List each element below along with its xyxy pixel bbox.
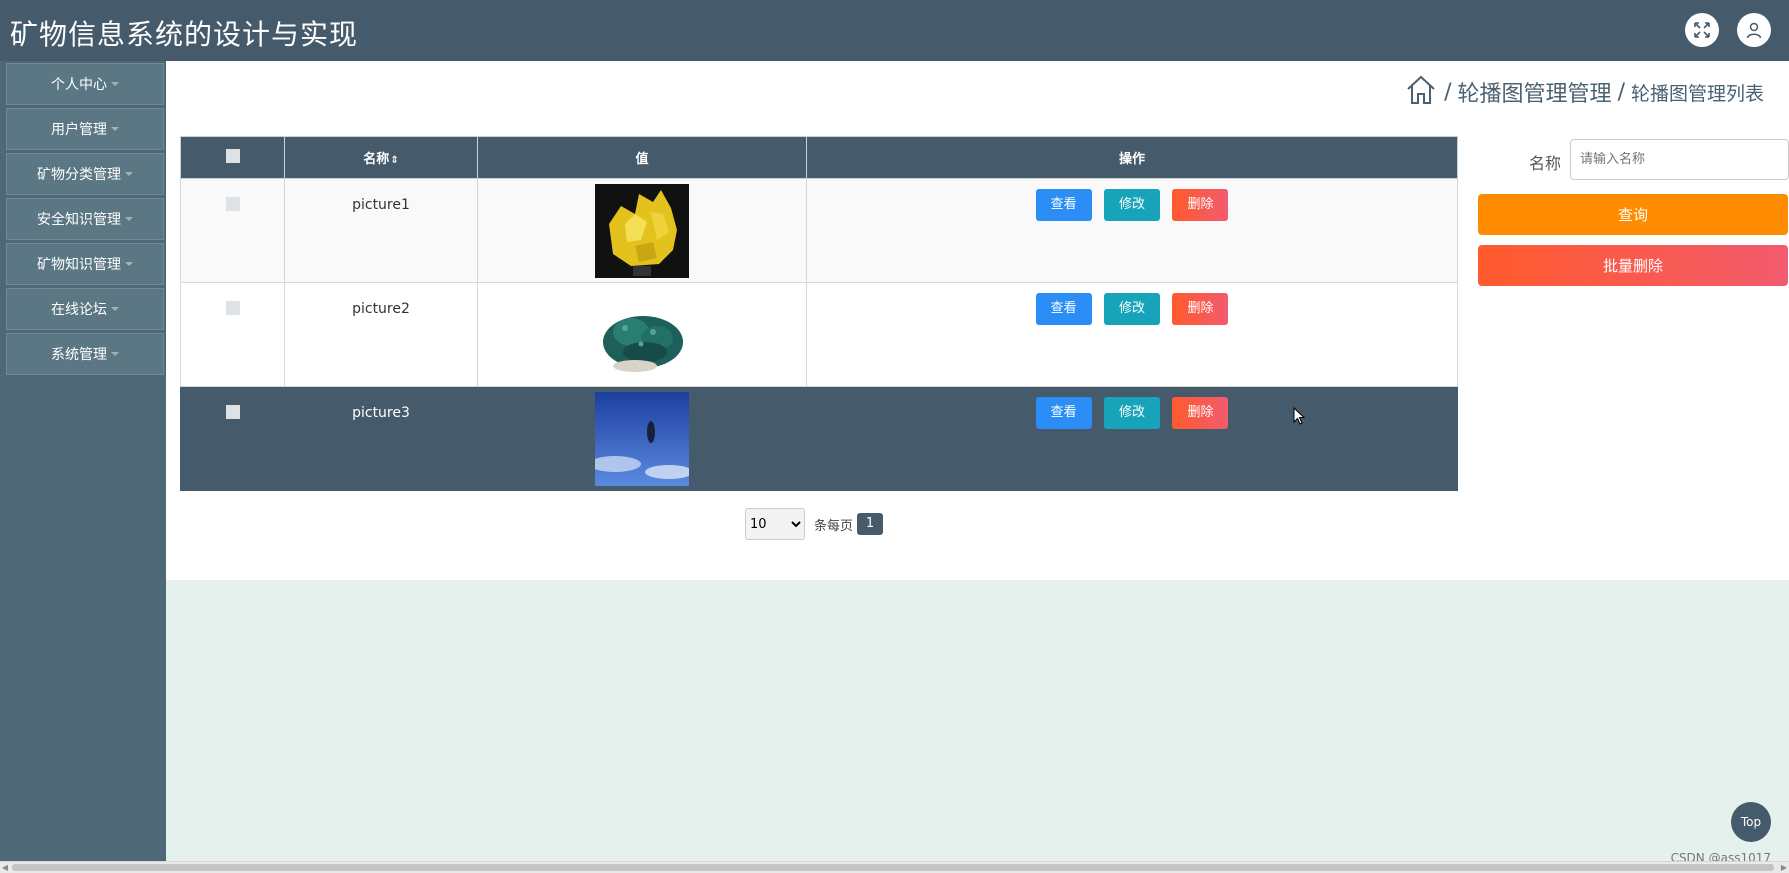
breadcrumb-separator: / xyxy=(1444,79,1452,105)
fullscreen-button[interactable] xyxy=(1685,13,1719,47)
delete-button[interactable]: 删除 xyxy=(1172,293,1229,325)
search-name-input[interactable] xyxy=(1570,139,1789,180)
delete-button[interactable]: 删除 xyxy=(1172,397,1229,429)
mouse-cursor-icon xyxy=(1293,407,1305,425)
sidebar-item-mineral-knowledge[interactable]: 矿物知识管理 xyxy=(6,243,164,285)
value-column-header: 值 xyxy=(477,136,807,179)
search-name-label: 名称 xyxy=(1529,154,1562,173)
sidebar-item-label: 用户管理 xyxy=(51,122,107,138)
green-malachite-mineral-image xyxy=(595,288,689,382)
scroll-right-icon[interactable]: ▶ xyxy=(1779,862,1789,873)
breadcrumb-level1[interactable]: 轮播图管理管理 xyxy=(1458,76,1612,108)
chevron-down-icon xyxy=(125,172,133,176)
view-button[interactable]: 查看 xyxy=(1035,397,1092,429)
bulk-delete-button[interactable]: 批量删除 xyxy=(1478,245,1788,286)
back-to-top-button[interactable]: Top xyxy=(1731,802,1771,842)
row-checkbox[interactable] xyxy=(225,301,240,315)
sidebar-item-mineral-category[interactable]: 矿物分类管理 xyxy=(6,153,164,195)
sidebar-item-personal-center[interactable]: 个人中心 xyxy=(6,63,164,105)
sort-icon: ⇕ xyxy=(390,155,399,166)
breadcrumb-level2: 轮播图管理列表 xyxy=(1630,82,1764,105)
query-button[interactable]: 查询 xyxy=(1478,194,1788,235)
sidebar-item-forum[interactable]: 在线论坛 xyxy=(6,288,164,330)
expand-icon xyxy=(1694,22,1710,38)
edit-button[interactable]: 修改 xyxy=(1104,189,1160,221)
horizontal-scrollbar[interactable]: ◀ ▶ xyxy=(0,861,1789,873)
chevron-down-icon xyxy=(111,307,119,311)
page-number-button[interactable]: 1 xyxy=(857,513,884,535)
select-all-header xyxy=(180,136,285,179)
scrollbar-thumb[interactable] xyxy=(12,864,1774,871)
pagination: 10 条每页 1 xyxy=(745,508,884,540)
yellow-sulfur-crystal-image xyxy=(595,184,689,278)
delete-button[interactable]: 删除 xyxy=(1172,189,1229,221)
row-checkbox[interactable] xyxy=(225,197,240,211)
chevron-down-icon xyxy=(111,352,119,356)
chevron-down-icon xyxy=(125,217,133,221)
row-name: picture1 xyxy=(284,178,478,283)
sidebar-item-system[interactable]: 系统管理 xyxy=(6,333,164,375)
actions-column-header: 操作 xyxy=(806,136,1458,179)
sidebar-item-label: 安全知识管理 xyxy=(37,212,121,228)
select-all-checkbox[interactable] xyxy=(225,148,240,163)
table-row: picture3 查看 修改 删除 xyxy=(180,386,1458,491)
edit-button[interactable]: 修改 xyxy=(1104,397,1160,429)
blue-sky-photo-image xyxy=(595,392,689,486)
sidebar-item-safety-knowledge[interactable]: 安全知识管理 xyxy=(6,198,164,240)
row-name: picture3 xyxy=(284,386,478,491)
user-icon xyxy=(1746,22,1762,39)
data-table: 名称⇕ 值 操作 picture1 查看 修改 删除 picture2 查看 修… xyxy=(180,136,1458,491)
chevron-down-icon xyxy=(111,127,119,131)
chevron-down-icon xyxy=(125,262,133,266)
sidebar-item-label: 矿物知识管理 xyxy=(37,257,121,273)
sidebar-item-label: 在线论坛 xyxy=(51,302,107,318)
name-column-header[interactable]: 名称⇕ xyxy=(284,136,478,179)
row-checkbox[interactable] xyxy=(225,405,240,419)
chevron-down-icon xyxy=(111,82,119,86)
sidebar-item-label: 个人中心 xyxy=(51,77,107,93)
per-page-label: 条每页 xyxy=(814,518,854,534)
scroll-left-icon[interactable]: ◀ xyxy=(0,862,10,873)
sidebar-item-users[interactable]: 用户管理 xyxy=(6,108,164,150)
sidebar-item-label: 矿物分类管理 xyxy=(37,167,121,183)
view-button[interactable]: 查看 xyxy=(1035,293,1092,325)
app-title: 矿物信息系统的设计与实现 xyxy=(10,18,359,51)
page-size-select[interactable]: 10 xyxy=(745,508,805,540)
breadcrumb: / 轮播图管理管理 / 轮播图管理列表 xyxy=(1404,73,1764,111)
edit-button[interactable]: 修改 xyxy=(1104,293,1160,325)
top-header: 矿物信息系统的设计与实现 xyxy=(0,0,1789,61)
table-row: picture1 查看 修改 删除 xyxy=(180,178,1458,283)
table-row: picture2 查看 修改 删除 xyxy=(180,282,1458,387)
sidebar-item-label: 系统管理 xyxy=(51,347,107,363)
sidebar: 个人中心 用户管理 矿物分类管理 安全知识管理 矿物知识管理 在线论坛 系统管理 xyxy=(0,61,166,861)
main-panel: / 轮播图管理管理 / 轮播图管理列表 名称⇕ 值 操作 picture1 查看… xyxy=(166,61,1789,580)
home-icon[interactable] xyxy=(1404,73,1438,111)
row-name: picture2 xyxy=(284,282,478,387)
user-avatar-button[interactable] xyxy=(1737,13,1771,47)
breadcrumb-separator: / xyxy=(1617,79,1625,105)
view-button[interactable]: 查看 xyxy=(1035,189,1092,221)
